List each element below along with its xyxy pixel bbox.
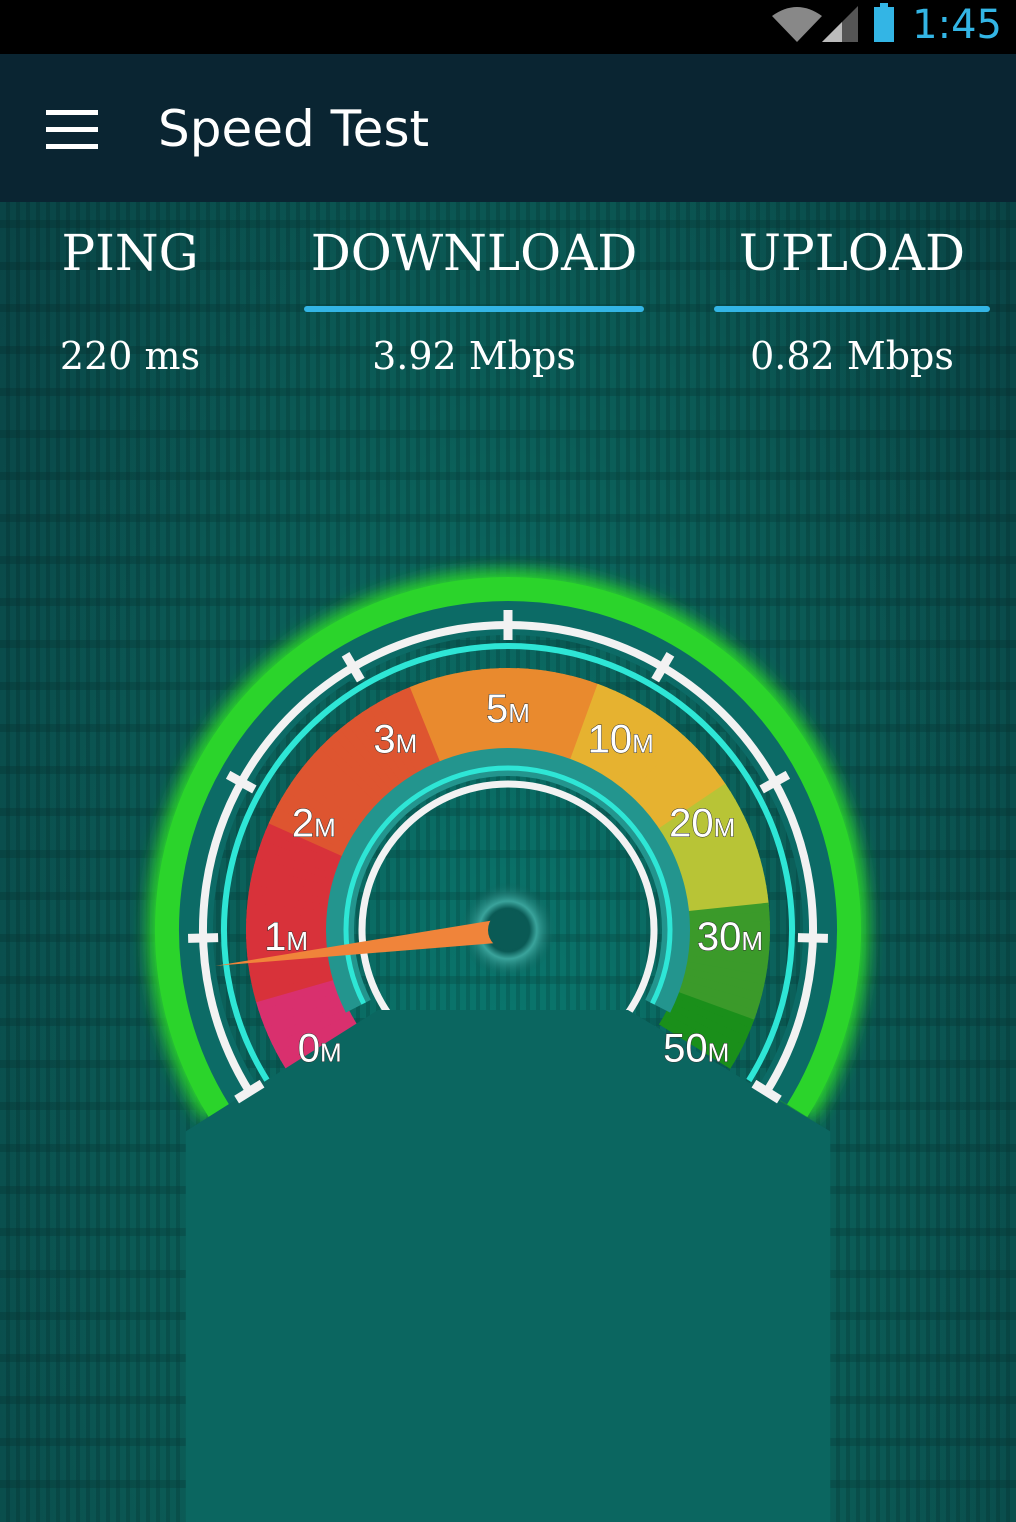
gauge-tick xyxy=(187,933,219,943)
gauge-tick xyxy=(797,933,829,943)
scale-unit: M xyxy=(508,698,530,728)
scale-number: 5 xyxy=(486,687,508,731)
speed-gauge: 0M1M2M3M5M10M20M30M50M xyxy=(148,570,868,1522)
scale-unit: M xyxy=(741,926,763,956)
gauge-hub xyxy=(488,910,528,950)
scale-unit: M xyxy=(714,812,736,842)
scale-number: 30 xyxy=(697,915,742,959)
scale-number: 0 xyxy=(298,1027,320,1071)
scale-number: 1 xyxy=(264,915,286,959)
scale-unit: M xyxy=(396,729,418,759)
scale-unit: M xyxy=(708,1038,730,1068)
scale-number: 50 xyxy=(663,1027,708,1071)
scale-unit: M xyxy=(632,729,654,759)
scale-unit: M xyxy=(314,812,336,842)
scale-number: 2 xyxy=(292,801,314,845)
scale-number: 10 xyxy=(588,718,633,762)
scale-number: 20 xyxy=(669,801,714,845)
scale-unit: M xyxy=(320,1038,342,1068)
gauge-base xyxy=(185,1010,831,1522)
scale-number: 3 xyxy=(373,718,395,762)
